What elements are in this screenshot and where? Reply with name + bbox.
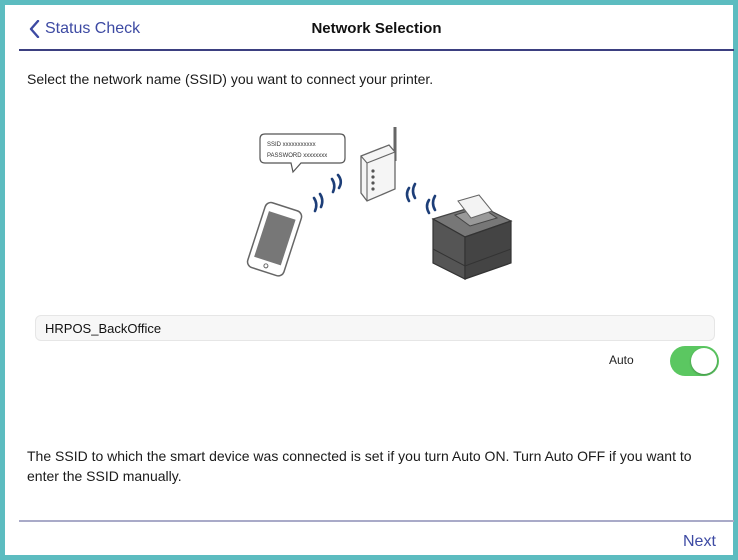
navigation-bar: Status Check Network Selection (19, 13, 734, 51)
wifi-router-icon (360, 127, 397, 202)
auto-help-text: The SSID to which the smart device was c… (27, 448, 692, 484)
auto-toggle[interactable] (670, 346, 719, 376)
next-button[interactable]: Next (683, 533, 716, 551)
auto-toggle-knob (691, 348, 717, 374)
footer-divider (19, 520, 734, 522)
bubble-ssid-text: SSID xxxxxxxxxxx (267, 142, 316, 148)
app-frame: Status Check Network Selection Select th… (0, 0, 738, 560)
ssid-input[interactable] (35, 315, 715, 341)
bubble-password-text: PASSWORD xxxxxxxx (267, 153, 327, 159)
credentials-bubble: SSID xxxxxxxxxxx PASSWORD xxxxxxxx (259, 133, 346, 174)
receipt-printer-icon (431, 194, 513, 280)
page-title: Network Selection (311, 20, 442, 37)
instruction-text: Select the network name (SSID) you want … (27, 71, 434, 87)
network-illustration: SSID xxxxxxxxxxx PASSWORD xxxxxxxx (246, 127, 513, 280)
smartphone-icon (246, 201, 303, 277)
auto-label: Auto (609, 353, 634, 367)
